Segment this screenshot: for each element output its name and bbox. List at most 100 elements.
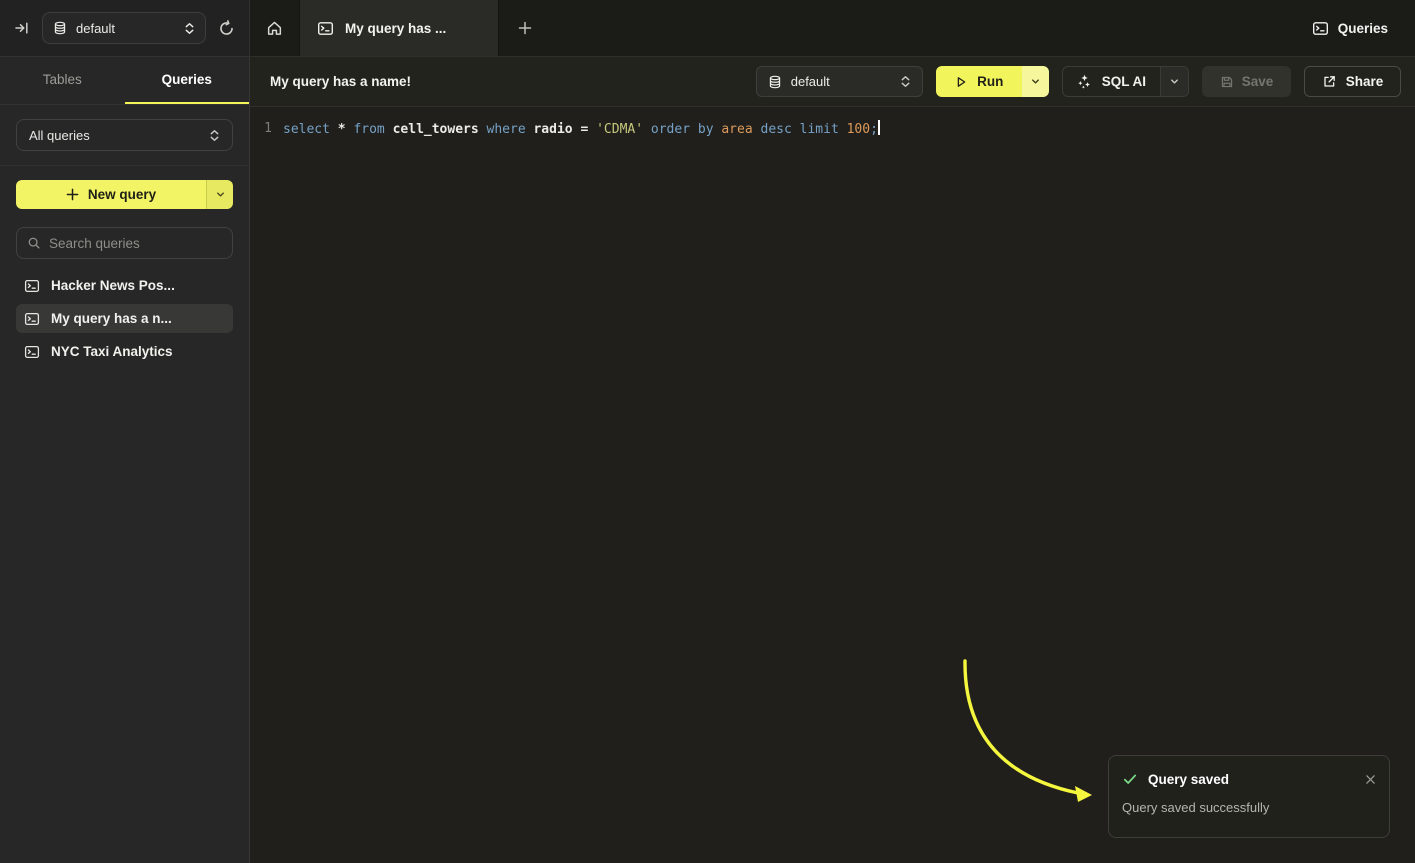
toast-query-saved: Query saved Query saved successfully [1108, 755, 1390, 838]
header-database-selector[interactable]: default [756, 66, 923, 97]
tab-tables[interactable]: Tables [0, 57, 125, 104]
refresh-icon [218, 20, 235, 37]
database-icon [768, 75, 782, 89]
sql-ai-dropdown-button[interactable] [1160, 67, 1188, 96]
tab-queries[interactable]: Queries [125, 57, 250, 104]
chevron-down-icon [1030, 76, 1041, 87]
sql-editor[interactable]: 1 select * from cell_towers where radio … [250, 107, 1415, 139]
run-label: Run [977, 74, 1003, 89]
query-filter-select[interactable]: All queries [16, 119, 233, 151]
toast-message: Query saved successfully [1122, 800, 1376, 815]
home-button[interactable] [250, 0, 299, 56]
query-list-item[interactable]: Hacker News Pos... [16, 271, 233, 300]
main-panel: My query has a name! default [250, 57, 1415, 863]
topbar-sidebar-section: default [0, 0, 250, 57]
save-icon [1220, 75, 1234, 89]
plus-icon [66, 188, 79, 201]
play-icon [954, 75, 968, 89]
save-button[interactable]: Save [1202, 66, 1291, 97]
sql-token: area [721, 122, 760, 137]
sql-token: 'CDMA' [596, 122, 651, 137]
terminal-icon [317, 20, 334, 37]
sidebar-tabs: Tables Queries [0, 57, 249, 105]
annotation-arrow [250, 57, 1415, 863]
new-query-label: New query [88, 187, 156, 202]
plus-icon [518, 21, 532, 35]
run-dropdown-button[interactable] [1022, 66, 1049, 97]
query-item-label: NYC Taxi Analytics [51, 344, 173, 359]
chevron-updown-icon [209, 129, 220, 142]
sql-token: where [487, 122, 534, 137]
refresh-button[interactable] [218, 20, 235, 37]
toast-title: Query saved [1148, 772, 1229, 787]
sidebar: Tables Queries All queries Ne [0, 57, 250, 863]
topbar-database-value: default [76, 21, 175, 36]
close-icon [1365, 774, 1376, 785]
sql-ai-label: SQL AI [1102, 74, 1146, 89]
sql-token: order by [651, 122, 721, 137]
sql-token: limit [800, 122, 847, 137]
query-filter-value: All queries [29, 128, 201, 143]
header-database-value: default [791, 74, 891, 89]
chevron-down-icon [215, 189, 226, 200]
text-cursor [878, 120, 880, 135]
new-query-split-button: New query [16, 180, 233, 209]
sql-ai-button[interactable]: SQL AI [1063, 67, 1160, 96]
query-controls: default Run [756, 66, 1401, 97]
tab-bar: My query has ... Queries [250, 0, 1415, 57]
sql-token: ; [870, 122, 878, 137]
query-list-item-selected[interactable]: My query has a n... [16, 304, 233, 333]
toast-header: Query saved [1122, 771, 1376, 787]
share-button[interactable]: Share [1304, 66, 1401, 97]
search-icon [27, 236, 41, 250]
query-list: Hacker News Pos... My query has a n... [16, 271, 233, 366]
sql-ai-split-button: SQL AI [1062, 66, 1189, 97]
query-header: My query has a name! default [250, 57, 1415, 107]
sql-token: select [283, 122, 338, 137]
chevron-down-icon [1169, 76, 1180, 87]
query-item-label: Hacker News Pos... [51, 278, 175, 293]
topbar-database-selector[interactable]: default [42, 12, 206, 44]
new-query-dropdown-button[interactable] [206, 180, 233, 209]
sparkles-icon [1077, 74, 1092, 89]
sql-code: select * from cell_towers where radio = … [283, 120, 880, 139]
chevron-updown-icon [184, 22, 195, 35]
new-tab-button[interactable] [499, 0, 551, 56]
line-number: 1 [250, 120, 272, 139]
queries-indicator-label: Queries [1338, 21, 1388, 36]
save-label: Save [1242, 74, 1274, 89]
top-bar: default [0, 0, 1415, 57]
share-label: Share [1346, 74, 1384, 89]
tab-my-query[interactable]: My query has ... [299, 0, 499, 56]
query-title: My query has a name! [270, 74, 411, 89]
query-filter-section: All queries [0, 105, 249, 166]
sql-token: cell_towers [393, 122, 487, 137]
check-icon [1122, 771, 1138, 787]
search-queries-input[interactable] [49, 236, 226, 251]
search-queries-box [16, 227, 233, 259]
chevron-updown-icon [900, 75, 911, 88]
app-body: Tables Queries All queries Ne [0, 57, 1415, 863]
share-icon [1322, 74, 1337, 89]
sql-token: from [353, 122, 392, 137]
terminal-icon [24, 344, 40, 360]
query-list-item[interactable]: NYC Taxi Analytics [16, 337, 233, 366]
toast-close-button[interactable] [1365, 774, 1376, 785]
collapse-sidebar-button[interactable] [14, 20, 30, 36]
sql-token: = [580, 122, 596, 137]
terminal-icon [24, 311, 40, 327]
new-query-button[interactable]: New query [16, 180, 206, 209]
sql-token: radio [533, 122, 580, 137]
collapse-sidebar-icon [14, 20, 30, 36]
tab-label: My query has ... [345, 21, 446, 36]
home-icon [266, 20, 283, 37]
query-item-label: My query has a n... [51, 311, 172, 326]
run-button[interactable]: Run [936, 66, 1022, 97]
sql-token: * [338, 122, 354, 137]
code-line[interactable]: 1 select * from cell_towers where radio … [250, 120, 1415, 139]
queries-indicator[interactable]: Queries [1312, 0, 1415, 56]
terminal-icon [24, 278, 40, 294]
sql-token: 100 [847, 122, 870, 137]
terminal-icon [1312, 20, 1329, 37]
database-icon [53, 21, 67, 35]
